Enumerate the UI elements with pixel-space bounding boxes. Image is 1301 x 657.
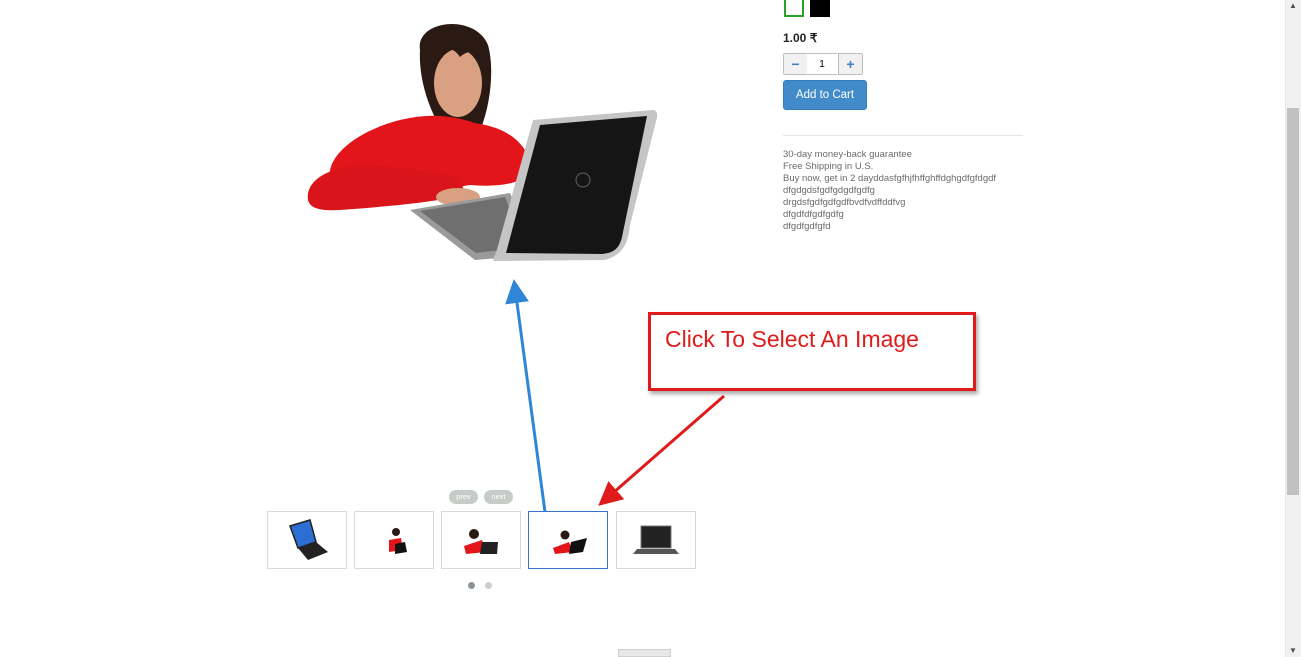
product-info: 30-day money-back guarantee Free Shippin… [783, 149, 996, 233]
info-line: dfgdfgdfgfd [783, 221, 831, 232]
woman-laptop-thumbnail-icon [464, 529, 498, 554]
thumbnail-5[interactable] [616, 511, 696, 569]
annotation-arrow-blue [505, 279, 547, 513]
woman-laptop-thumbnail-icon [553, 530, 587, 554]
scroll-down-arrow-icon[interactable]: ▼ [1288, 646, 1298, 656]
add-to-cart-button[interactable]: Add to Cart [783, 80, 867, 110]
laptop-thumbnail-icon [289, 519, 328, 560]
quantity-input[interactable] [807, 53, 837, 75]
carousel-page-dot-2[interactable] [485, 582, 492, 589]
annotation-text: Click To Select An Image [665, 326, 919, 352]
carousel-next-button[interactable]: next [484, 490, 513, 504]
scrollbar-thumb[interactable] [1287, 108, 1299, 495]
color-swatch-white[interactable] [784, 0, 804, 17]
info-line: dfgdfdfgdfgdfg [783, 209, 844, 220]
main-product-image [300, 15, 670, 275]
carousel-page-dot-1[interactable] [468, 582, 475, 589]
thumbnail-3[interactable] [441, 511, 521, 569]
carousel-prev-button[interactable]: prev [449, 490, 478, 504]
thumbnail-2[interactable] [354, 511, 434, 569]
info-line: drgdsfgdfgdfgdfbvdfvdffddfvg [783, 197, 906, 208]
bottom-widget [618, 649, 671, 657]
quantity-increase-button[interactable]: + [838, 53, 863, 75]
quantity-decrease-button[interactable]: − [783, 53, 808, 75]
product-price: 1.00 ₹ [783, 31, 818, 45]
annotation-arrow-red [598, 394, 725, 506]
woman-laptop-thumbnail-icon [389, 528, 407, 554]
info-line: 30-day money-back guarantee [783, 149, 912, 160]
divider [783, 135, 1023, 136]
scroll-up-arrow-icon[interactable]: ▲ [1288, 1, 1298, 11]
info-line: dfgdgdsfgdfgdgdfgdfg [783, 185, 875, 196]
info-line: Buy now, get in 2 dayddasfgfhjfhffghffdg… [783, 173, 997, 184]
thumbnail-4[interactable] [528, 511, 608, 569]
info-line: Free Shipping in U.S. [783, 161, 874, 172]
color-swatch-black[interactable] [810, 0, 830, 17]
thumbnail-1[interactable] [267, 511, 347, 569]
laptop-front-thumbnail-icon [633, 525, 679, 554]
